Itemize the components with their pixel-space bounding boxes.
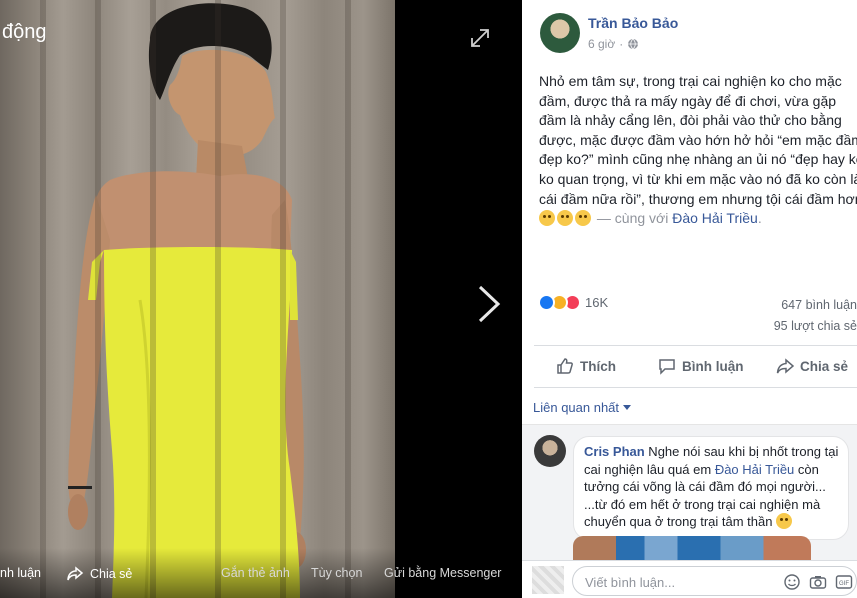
crying-emoji-icon [539, 210, 555, 227]
photo-viewer: động nh luận Chia sẻ Gắn thẻ ảnh Tùy chọ… [0, 0, 522, 598]
viewer-share-label: Chia sẻ [90, 567, 133, 581]
comment-bubble-icon [659, 359, 675, 375]
post-panel: Trần Bảo Bảo 6 giờ · Nhỏ em tâm sự, tron… [522, 0, 857, 598]
reaction-summary[interactable]: 16K [538, 294, 608, 311]
author-name[interactable]: Trần Bảo Bảo [588, 15, 678, 31]
post-text-line: được, mặc được đầm vào hớn hở hỏi “em mặ… [539, 131, 857, 148]
current-user-avatar [532, 566, 564, 594]
post-text-line: đầm, được thả ra mấy ngày để đi chơi, vừ… [539, 92, 837, 109]
post-meta: 6 giờ · [588, 37, 639, 51]
svg-text:GIF: GIF [839, 581, 849, 587]
post-text-line: cái đầm nữa rồi”, thương em nhưng tội cá… [539, 190, 857, 207]
expand-icon[interactable] [469, 27, 491, 49]
comment-sort-label: Liên quan nhất [533, 400, 620, 415]
viewer-share-link[interactable]: Chia sẻ [66, 566, 132, 582]
comment-text: tưởng cái võng là cái đầm đó mọi người..… [584, 479, 826, 495]
comment-text: cai nghiện lâu quá em [584, 461, 715, 477]
comment-text: Nghe nói sau khi bị nhốt trong tại [644, 444, 839, 459]
photo-subject [68, 3, 306, 598]
tagged-user-link[interactable]: Đào Hải Triều [672, 210, 758, 226]
post-text-line: ko quan trọng, vì từ khi em mặc vào nó đ… [539, 170, 857, 187]
like-reaction-icon [538, 294, 555, 311]
viewer-comment-link[interactable]: nh luận [0, 566, 41, 580]
share-button[interactable]: Chia sẻ [776, 357, 848, 375]
commenter-name[interactable]: Cris Phan [584, 444, 645, 459]
tag-photo-link[interactable]: Gắn thẻ ảnh [221, 566, 290, 580]
post-text-line: đầm là nhảy cẩng lên, đòi phải vào thử c… [539, 112, 842, 129]
comment-mention-link[interactable]: Đào Hải Triều [715, 462, 794, 477]
comment-button[interactable]: Bình luận [658, 357, 744, 375]
share-arrow-icon [67, 566, 84, 581]
comment-count[interactable]: 647 bình luận [781, 298, 857, 312]
send-messenger-link[interactable]: Gửi bằng Messenger [384, 566, 501, 580]
post-text-last-line: — cùng với Đào Hải Triều. [539, 209, 857, 229]
like-button[interactable]: Thích [556, 357, 616, 375]
gif-icon[interactable]: GIF [835, 574, 853, 590]
post-text: Nhỏ em tâm sự, trong trại cai nghiện ko … [539, 72, 857, 229]
comment-text: chuyển qua ở trong trại tâm thần [584, 514, 777, 530]
next-photo-arrow-icon[interactable] [474, 283, 504, 325]
share-label: Chia sẻ [800, 358, 849, 374]
comment-text: còn [794, 461, 819, 477]
post-time[interactable]: 6 giờ [588, 37, 615, 51]
comment-input[interactable]: Viết bình luận... GIF [572, 566, 857, 596]
emoji-icon[interactable] [783, 574, 801, 590]
crying-emoji-icon [776, 513, 793, 530]
reaction-count[interactable]: 16K [585, 295, 608, 310]
post-text-line: đẹp ko?” mình cũng nhẹ nhàng an ủi nó “đ… [539, 151, 857, 168]
commenter-avatar[interactable] [534, 435, 566, 467]
comment-input-placeholder: Viết bình luận... [585, 575, 676, 590]
options-link[interactable]: Tùy chọn [311, 566, 362, 580]
comment-sort-dropdown[interactable]: Liên quan nhất [533, 400, 632, 415]
with-text: — cùng với [593, 210, 673, 227]
share-count[interactable]: 95 lượt chia sẻ [774, 319, 857, 333]
post-text-line: Nhỏ em tâm sự, trong trại cai nghiện ko … [539, 73, 842, 89]
divider [534, 345, 857, 346]
comment-text: ...từ đó em hết ở trong trại cai nghiện … [584, 496, 821, 512]
thumbs-up-icon [557, 358, 573, 374]
meta-dot: · [619, 37, 624, 51]
viewer-title: động [2, 21, 47, 43]
share-arrow-icon [776, 358, 794, 374]
globe-icon[interactable] [627, 38, 639, 50]
comment-bubble: Cris Phan Nghe nói sau khi bị nhốt trong… [573, 436, 849, 540]
tagged-suffix: . [757, 210, 762, 227]
crying-emoji-icon [575, 210, 591, 227]
post-photo[interactable] [0, 0, 395, 598]
caret-down-icon [623, 404, 632, 410]
author-avatar[interactable] [540, 13, 580, 53]
comment-label: Bình luận [682, 358, 744, 374]
camera-icon[interactable] [809, 574, 827, 590]
like-label: Thích [580, 358, 616, 374]
crying-emoji-icon [557, 210, 573, 227]
divider [534, 387, 857, 388]
